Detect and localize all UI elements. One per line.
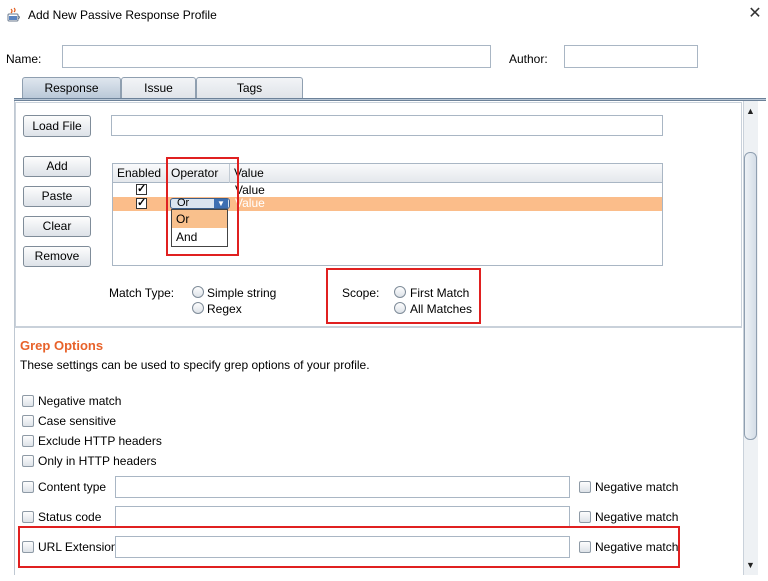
status-code-input[interactable] (115, 506, 570, 528)
tab-issue[interactable]: Issue (121, 77, 196, 99)
exclude-http-headers-label[interactable]: Exclude HTTP headers (38, 434, 162, 448)
triangle-up-icon[interactable]: ▲ (744, 103, 757, 119)
scrollbar-thumb[interactable] (744, 152, 757, 440)
grep-options-title: Grep Options (20, 338, 104, 353)
status-code-checkbox[interactable] (22, 511, 34, 523)
row-enabled-checkbox[interactable]: ✓ (136, 184, 147, 195)
status-code-label[interactable]: Status code (38, 510, 101, 524)
negative-match-checkbox[interactable] (22, 395, 34, 407)
operator-highlight-box (166, 157, 239, 256)
column-header-value[interactable]: Value (230, 164, 662, 183)
window-title: Add New Passive Response Profile (28, 8, 217, 22)
scope-highlight-box (326, 268, 481, 324)
regex-radio[interactable] (192, 302, 204, 314)
author-input[interactable] (564, 45, 698, 68)
exclude-http-headers-checkbox[interactable] (22, 435, 34, 447)
name-input[interactable] (62, 45, 491, 68)
simple-string-label[interactable]: Simple string (207, 286, 276, 300)
java-cup-icon (6, 7, 22, 23)
only-in-http-headers-checkbox[interactable] (22, 455, 34, 467)
add-button[interactable]: Add (23, 156, 91, 177)
clear-button[interactable]: Clear (23, 216, 91, 237)
author-label: Author: (509, 52, 548, 66)
case-sensitive-checkbox[interactable] (22, 415, 34, 427)
row-enabled-checkbox[interactable]: ✓ (136, 198, 147, 209)
content-type-input[interactable] (115, 476, 570, 498)
grep-options-description: These settings can be used to specify gr… (20, 358, 370, 372)
case-sensitive-label[interactable]: Case sensitive (38, 414, 116, 428)
row-value[interactable]: Value (235, 197, 265, 210)
content-type-negative-checkbox[interactable] (579, 481, 591, 493)
column-header-enabled[interactable]: Enabled (113, 164, 167, 183)
tab-tags[interactable]: Tags (196, 77, 303, 99)
name-label: Name: (6, 52, 42, 66)
close-icon[interactable]: ✕ (746, 5, 764, 25)
only-in-http-headers-label[interactable]: Only in HTTP headers (38, 454, 157, 468)
content-type-negative-label[interactable]: Negative match (595, 480, 678, 494)
url-extension-highlight-box (18, 526, 680, 568)
triangle-down-icon[interactable]: ▼ (744, 557, 757, 573)
tab-response[interactable]: Response (22, 77, 121, 99)
status-code-negative-checkbox[interactable] (579, 511, 591, 523)
load-file-path-input[interactable] (111, 115, 663, 136)
negative-match-label[interactable]: Negative match (38, 394, 121, 408)
paste-button[interactable]: Paste (23, 186, 91, 207)
regex-label[interactable]: Regex (207, 302, 242, 316)
load-file-button[interactable]: Load File (23, 115, 91, 137)
content-type-label[interactable]: Content type (38, 480, 106, 494)
match-type-label: Match Type: (109, 286, 175, 300)
content-type-checkbox[interactable] (22, 481, 34, 493)
section-divider (15, 327, 742, 328)
status-code-negative-label[interactable]: Negative match (595, 510, 678, 524)
simple-string-radio[interactable] (192, 286, 204, 298)
remove-button[interactable]: Remove (23, 246, 91, 267)
